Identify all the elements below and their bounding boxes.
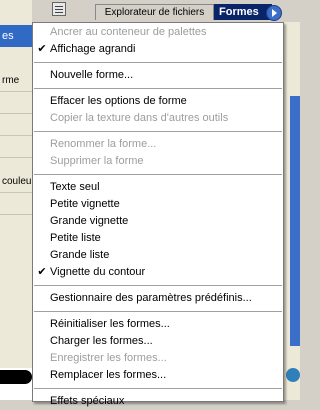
menu-item-texte-seul[interactable]: Texte seul (33, 179, 283, 196)
left-panel-item[interactable] (0, 114, 32, 136)
menu-item-label: Grande liste (50, 249, 110, 261)
brush-stroke-preview (0, 370, 32, 384)
menu-item-vignette-du-contour[interactable]: ✔ Vignette du contour (33, 264, 283, 281)
menu-item-grande-liste[interactable]: Grande liste (33, 247, 283, 264)
menu-item-remplacer-les-formes[interactable]: Remplacer les formes... (33, 367, 283, 384)
globe-icon (286, 368, 300, 382)
menu-item-effets-speciaux[interactable]: Effets spéciaux (33, 393, 283, 410)
checkmark-icon: ✔ (37, 266, 47, 278)
menu-item-label: Nouvelle forme... (50, 69, 134, 81)
menu-item-label: Grande vignette (50, 215, 129, 227)
menu-item-label: Enregistrer les formes... (50, 352, 167, 364)
menu-item-enregistrer-les-formes: Enregistrer les formes... (33, 350, 283, 367)
menu-item-grande-vignette[interactable]: Grande vignette (33, 213, 283, 230)
menu-item-gestionnaire-des-parametres-predefinis[interactable]: Gestionnaire des paramètres prédéfinis..… (33, 290, 283, 307)
menu-item-copier-la-texture-dans-d-autres-outils: Copier la texture dans d'autres outils (33, 110, 283, 127)
menu-item-label: Petite vignette (50, 198, 120, 210)
menu-item-ancrer-au-conteneur-de-palettes: Ancrer au conteneur de palettes (33, 24, 283, 41)
left-panel-item[interactable] (0, 92, 32, 114)
menu-item-effacer-les-options-de-forme[interactable]: Effacer les options de forme (33, 93, 283, 110)
menu-item-label: Petite liste (50, 232, 101, 244)
menu-separator (34, 285, 282, 286)
tab-file-browser[interactable]: Explorateur de fichiers (95, 4, 214, 20)
left-panel-item[interactable]: rme (0, 70, 32, 92)
left-panel: es rme couleur (0, 0, 32, 400)
menu-item-renommer-la-forme: Renommer la forme... (33, 136, 283, 153)
menu-separator (34, 388, 282, 389)
menu-separator (34, 131, 282, 132)
menu-item-petite-vignette[interactable]: Petite vignette (33, 196, 283, 213)
menu-item-nouvelle-forme[interactable]: Nouvelle forme... (33, 67, 283, 84)
left-panel-item[interactable]: couleur (0, 171, 32, 193)
menu-item-label: Remplacer les formes... (50, 369, 167, 381)
tab-shapes[interactable]: Formes (214, 4, 272, 20)
menu-item-label: Supprimer la forme (50, 155, 144, 167)
left-panel-item[interactable] (0, 193, 32, 215)
right-panel-scroll-area[interactable] (290, 96, 300, 346)
menu-item-label: Texte seul (50, 181, 100, 193)
left-panel-selected-item[interactable]: es (0, 25, 32, 47)
menu-item-supprimer-la-forme: Supprimer la forme (33, 153, 283, 170)
menu-item-label: Effacer les options de forme (50, 95, 187, 107)
menu-item-label: Réinitialiser les formes... (50, 318, 170, 330)
menu-item-label: Affichage agrandi (50, 43, 136, 55)
menu-separator (34, 174, 282, 175)
checkmark-icon: ✔ (37, 43, 47, 55)
menu-item-reinitialiser-les-formes[interactable]: Réinitialiser les formes... (33, 316, 283, 333)
menu-item-charger-les-formes[interactable]: Charger les formes... (33, 333, 283, 350)
palette-options-menu: Ancrer au conteneur de palettes ✔ Affichag… (32, 22, 284, 407)
menu-separator (34, 88, 282, 89)
menu-item-label: Vignette du contour (50, 266, 146, 278)
menu-separator (34, 62, 282, 63)
palette-menu-icon[interactable] (52, 2, 66, 16)
palette-menu-arrow-icon[interactable] (266, 5, 282, 21)
menu-separator (34, 311, 282, 312)
menu-item-label: Renommer la forme... (50, 138, 157, 150)
menu-item-label: Ancrer au conteneur de palettes (50, 26, 207, 38)
menu-item-label: Copier la texture dans d'autres outils (50, 112, 229, 124)
menu-item-affichage-agrandi[interactable]: ✔ Affichage agrandi (33, 41, 283, 58)
menu-item-label: Charger les formes... (50, 335, 153, 347)
menu-item-label: Gestionnaire des paramètres prédéfinis..… (50, 292, 252, 304)
menu-item-petite-liste[interactable]: Petite liste (33, 230, 283, 247)
menu-item-label: Effets spéciaux (50, 395, 125, 407)
left-panel-item[interactable] (0, 136, 32, 158)
